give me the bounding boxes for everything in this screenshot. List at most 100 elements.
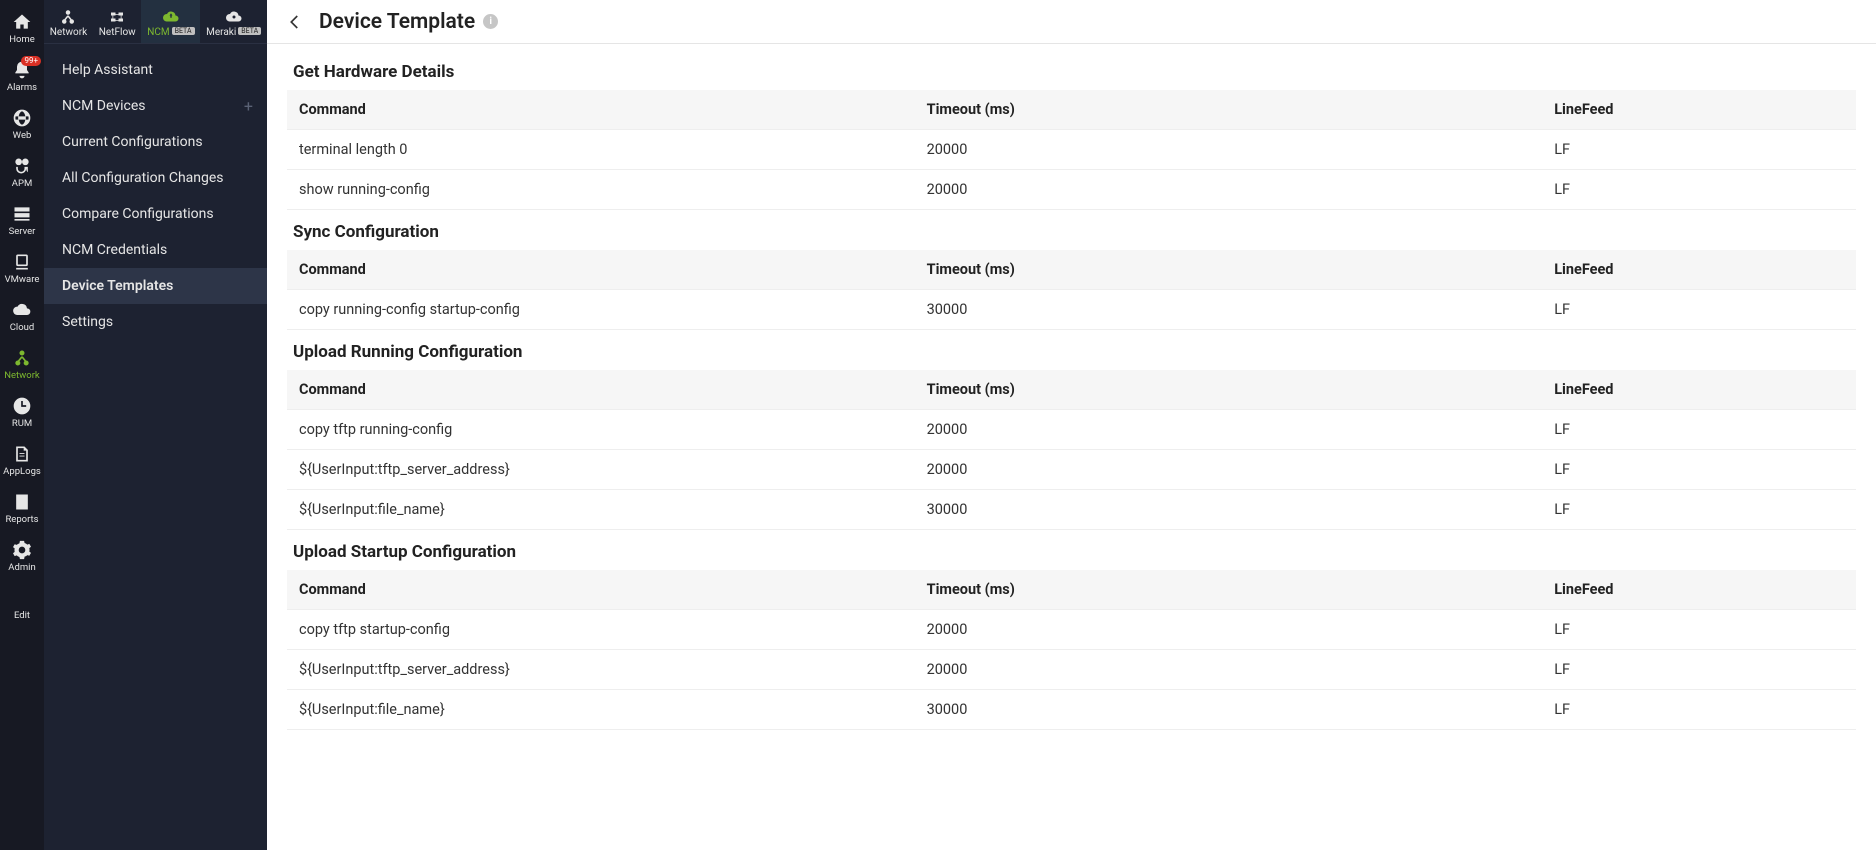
vmware-icon xyxy=(11,251,33,273)
cell-command: ${UserInput:file_name} xyxy=(287,690,915,730)
table-row[interactable]: ${UserInput:tftp_server_address}20000LF xyxy=(287,450,1856,490)
table-row[interactable]: ${UserInput:file_name}30000LF xyxy=(287,690,1856,730)
rail-label: Admin xyxy=(0,563,44,573)
cell-linefeed: LF xyxy=(1542,410,1856,450)
rail-item-network[interactable]: Network xyxy=(0,340,44,388)
alarm-badge: 99+ xyxy=(21,56,41,66)
submenu-item-compare[interactable]: Compare Configurations xyxy=(44,196,267,232)
cell-linefeed: LF xyxy=(1542,610,1856,650)
rail-label: Home xyxy=(0,35,44,45)
tab-ncm[interactable]: NCMBETA xyxy=(141,0,200,43)
cell-timeout: 20000 xyxy=(915,130,1543,170)
table-header-row: CommandTimeout (ms)LineFeed xyxy=(287,250,1856,290)
cell-linefeed: LF xyxy=(1542,690,1856,730)
cell-linefeed: LF xyxy=(1542,170,1856,210)
main-header: Device Template i xyxy=(267,0,1876,44)
tab-netflow[interactable]: NetFlow xyxy=(93,0,141,43)
tab-meraki[interactable]: MerakiBETA xyxy=(200,0,267,43)
th-command: Command xyxy=(287,90,915,130)
module-tabs: Network NetFlow NCMBETA MerakiBETA xyxy=(44,0,267,44)
table-row[interactable]: ${UserInput:file_name}30000LF xyxy=(287,490,1856,530)
back-button[interactable] xyxy=(285,12,305,32)
cell-timeout: 30000 xyxy=(915,490,1543,530)
tab-label: MerakiBETA xyxy=(206,28,261,38)
beta-badge: BETA xyxy=(172,27,195,35)
home-icon xyxy=(11,11,33,33)
info-icon[interactable]: i xyxy=(483,14,498,29)
submenu-item-help[interactable]: Help Assistant xyxy=(44,52,267,88)
submenu-label: Current Configurations xyxy=(62,134,203,150)
table-row[interactable]: ${UserInput:tftp_server_address}20000LF xyxy=(287,650,1856,690)
submenu-item-changes[interactable]: All Configuration Changes xyxy=(44,160,267,196)
submenu-item-templates[interactable]: Device Templates xyxy=(44,268,267,304)
cell-command: copy tftp running-config xyxy=(287,410,915,450)
rail-item-apm[interactable]: APM xyxy=(0,148,44,196)
rail-item-alarms[interactable]: Alarms99+ xyxy=(0,52,44,100)
th-linefeed: LineFeed xyxy=(1542,250,1856,290)
tab-label: Network xyxy=(50,28,87,38)
section-title: Upload Startup Configuration xyxy=(287,530,1856,570)
command-table: CommandTimeout (ms)LineFeedcopy tftp run… xyxy=(287,370,1856,530)
table-row[interactable]: copy tftp running-config20000LF xyxy=(287,410,1856,450)
cell-command: copy tftp startup-config xyxy=(287,610,915,650)
main-content: Device Template i Get Hardware DetailsCo… xyxy=(267,0,1876,850)
web-icon xyxy=(11,107,33,129)
submenu-label: NCM Devices xyxy=(62,98,145,114)
server-icon xyxy=(11,203,33,225)
page-title-text: Device Template xyxy=(319,10,475,34)
table-row[interactable]: copy running-config startup-config30000L… xyxy=(287,290,1856,330)
submenu-item-settings[interactable]: Settings xyxy=(44,304,267,340)
reports-icon xyxy=(11,491,33,513)
tab-label: NetFlow xyxy=(99,28,136,38)
table-header-row: CommandTimeout (ms)LineFeed xyxy=(287,370,1856,410)
cell-command: ${UserInput:file_name} xyxy=(287,490,915,530)
submenu-item-current[interactable]: Current Configurations xyxy=(44,124,267,160)
admin-icon xyxy=(11,539,33,561)
th-timeout: Timeout (ms) xyxy=(915,570,1543,610)
rail-item-web[interactable]: Web xyxy=(0,100,44,148)
cell-linefeed: LF xyxy=(1542,490,1856,530)
rail-item-home[interactable]: Home xyxy=(0,4,44,52)
th-command: Command xyxy=(287,250,915,290)
command-table: CommandTimeout (ms)LineFeedcopy running-… xyxy=(287,250,1856,330)
rail-label: Server xyxy=(0,227,44,237)
table-row[interactable]: copy tftp startup-config20000LF xyxy=(287,610,1856,650)
network-icon xyxy=(11,347,33,369)
section-title: Get Hardware Details xyxy=(287,50,1856,90)
left-rail: Home Alarms99+Web APM Server VMwareCloudNetw… xyxy=(0,0,44,850)
th-timeout: Timeout (ms) xyxy=(915,90,1543,130)
section-title: Upload Running Configuration xyxy=(287,330,1856,370)
cell-timeout: 20000 xyxy=(915,610,1543,650)
cell-linefeed: LF xyxy=(1542,290,1856,330)
section-title: Sync Configuration xyxy=(287,210,1856,250)
submenu-label: Settings xyxy=(62,314,113,330)
rail-item-cloud[interactable]: Cloud xyxy=(0,292,44,340)
apm-icon xyxy=(11,155,33,177)
rail-label: APM xyxy=(0,179,44,189)
rail-item-reports[interactable]: Reports xyxy=(0,484,44,532)
th-linefeed: LineFeed xyxy=(1542,90,1856,130)
network-icon xyxy=(59,8,77,26)
tab-label: NCMBETA xyxy=(147,28,194,38)
cell-command: ${UserInput:tftp_server_address} xyxy=(287,450,915,490)
rail-item-admin[interactable]: Admin xyxy=(0,532,44,580)
rail-item-vmware[interactable]: VMware xyxy=(0,244,44,292)
table-header-row: CommandTimeout (ms)LineFeed xyxy=(287,90,1856,130)
tab-network[interactable]: Network xyxy=(44,0,93,43)
table-row[interactable]: show running-config20000LF xyxy=(287,170,1856,210)
rail-item-server[interactable]: Server xyxy=(0,196,44,244)
main-body: Get Hardware DetailsCommandTimeout (ms)L… xyxy=(267,44,1876,850)
submenu-label: All Configuration Changes xyxy=(62,170,224,186)
rail-item-applogs[interactable]: AppLogs xyxy=(0,436,44,484)
submenu-item-devices[interactable]: NCM Devices + xyxy=(44,88,267,124)
cell-timeout: 20000 xyxy=(915,170,1543,210)
submenu-item-creds[interactable]: NCM Credentials xyxy=(44,232,267,268)
rail-item-edit[interactable]: Edit xyxy=(0,580,44,628)
rail-label: Edit xyxy=(0,611,44,621)
cell-command: show running-config xyxy=(287,170,915,210)
table-row[interactable]: terminal length 020000LF xyxy=(287,130,1856,170)
add-icon[interactable]: + xyxy=(244,97,253,116)
cell-command: terminal length 0 xyxy=(287,130,915,170)
rail-item-rum[interactable]: RUM xyxy=(0,388,44,436)
cell-linefeed: LF xyxy=(1542,650,1856,690)
